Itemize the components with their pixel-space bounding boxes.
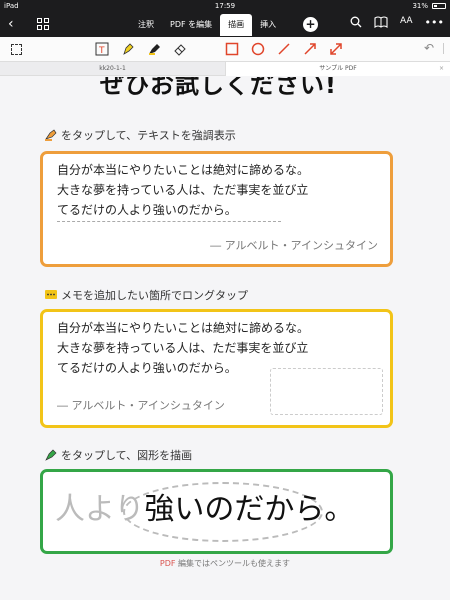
highlighter-icon <box>44 128 58 142</box>
mode-tabs: 注釈 PDF を編集 描画 挿入 <box>130 14 284 36</box>
quote-line: 自分が本当にやりたいことは絶対に諦めるな。 <box>57 163 310 177</box>
tab-draw[interactable]: 描画 <box>220 14 253 36</box>
document-tabs: kk20-1-1 サンプル PDF × <box>0 62 450 76</box>
highlight-underline <box>57 221 281 222</box>
text-box-tool-icon[interactable]: T <box>95 42 109 56</box>
doc-tab-sample-pdf[interactable]: サンプル PDF × <box>225 62 450 76</box>
rectangle-shape-icon[interactable] <box>225 42 239 56</box>
toolbar-divider <box>443 43 444 54</box>
shape-sample-card: 人より強いのだから。 <box>40 469 393 554</box>
memo-placeholder-box[interactable] <box>270 368 383 415</box>
large-sample-text: 人より強いのだから。 <box>55 490 354 530</box>
doc-tab-kk20[interactable]: kk20-1-1 <box>0 62 225 76</box>
quote-author: ― アルベルト・アインシュタイン <box>210 239 378 252</box>
double-arrow-shape-icon[interactable] <box>329 42 343 56</box>
nav-right-actions: AA ••• <box>350 16 444 31</box>
undo-icon[interactable]: ↶ <box>424 41 434 55</box>
battery-icon <box>432 3 446 9</box>
tool-group: T <box>95 42 187 56</box>
svg-text:T: T <box>98 46 105 56</box>
step-highlight-text: をタップして、テキストを強調表示 <box>61 129 236 142</box>
pen-icon <box>44 448 58 462</box>
quote-line: 大きな夢を持っている人は、ただ事実を並び立 <box>57 183 309 197</box>
step-memo-text: メモを追加したい箇所でロングタップ <box>61 289 248 302</box>
step-shape: をタップして、図形を描画 <box>44 447 192 463</box>
selection-tool-icon[interactable] <box>11 44 22 55</box>
line-shape-icon[interactable] <box>277 42 291 56</box>
tab-insert[interactable]: 挿入 <box>252 14 284 36</box>
eraser-tool-icon[interactable] <box>173 42 187 56</box>
back-chevron-icon[interactable]: ‹ <box>8 16 14 32</box>
doc-tab-label: サンプル PDF <box>319 65 357 72</box>
status-time: 17:59 <box>214 2 236 10</box>
footer-text: 編集ではペンツールも使えます <box>175 559 291 568</box>
pen-tool-icon[interactable] <box>121 42 135 56</box>
search-icon[interactable] <box>350 16 362 31</box>
highlight-sample-card: 自分が本当にやりたいことは絶対に諦めるな。 大きな夢を持っている人は、ただ事実を… <box>40 151 393 267</box>
shape-group <box>225 42 343 56</box>
grid-view-icon[interactable] <box>37 18 49 30</box>
tab-annotate[interactable]: 注釈 <box>130 14 162 36</box>
page-headline: ぜひお試しください! <box>100 77 337 99</box>
strong-text: 強いのだから。 <box>144 492 355 527</box>
faint-text: 人より <box>55 492 145 527</box>
step-highlight: をタップして、テキストを強調表示 <box>44 127 236 143</box>
quote-author: ― アルベルト・アインシュタイン <box>57 399 225 412</box>
more-icon[interactable]: ••• <box>425 16 444 31</box>
doc-tab-label: kk20-1-1 <box>99 65 126 72</box>
page-footer: PDF 編集ではペンツールも使えます <box>0 558 450 569</box>
memo-sample-card: 自分が本当にやりたいことは絶対に諦めるな。 大きな夢を持っている人は、ただ事実を… <box>40 309 393 428</box>
close-tab-icon[interactable]: × <box>439 62 444 76</box>
status-bar: iPad 17:59 31% <box>0 0 450 12</box>
pdf-page[interactable]: ぜひお試しください! をタップして、テキストを強調表示 自分が本当にやりたいこと… <box>0 77 450 600</box>
quote-line: てるだけの人より強いのだから。 <box>57 203 237 217</box>
quote-text: 自分が本当にやりたいことは絶対に諦めるな。 大きな夢を持っている人は、ただ事実を… <box>57 160 387 220</box>
highlighter-tool-icon[interactable] <box>147 42 161 56</box>
memo-icon <box>44 288 58 302</box>
text-size-icon[interactable]: AA <box>400 16 413 31</box>
step-shape-text: をタップして、図形を描画 <box>61 449 193 462</box>
drawing-toolbar: T ↶ <box>0 37 450 62</box>
battery-percent: 31% <box>412 2 428 10</box>
footer-pdf-label: PDF <box>159 559 176 568</box>
quote-line: 自分が本当にやりたいことは絶対に諦めるな。 <box>57 321 310 335</box>
quote-line: 大きな夢を持っている人は、ただ事実を並び立 <box>57 341 309 355</box>
add-tab-icon[interactable]: + <box>303 17 318 32</box>
step-memo: メモを追加したい箇所でロングタップ <box>44 287 248 303</box>
top-nav-bar: ‹ 注釈 PDF を編集 描画 挿入 + AA ••• <box>0 12 450 37</box>
circle-shape-icon[interactable] <box>251 42 265 56</box>
arrow-shape-icon[interactable] <box>303 42 317 56</box>
book-icon[interactable] <box>374 16 388 31</box>
tab-edit-pdf[interactable]: PDF を編集 <box>162 14 220 36</box>
status-right: 31% <box>412 2 446 10</box>
